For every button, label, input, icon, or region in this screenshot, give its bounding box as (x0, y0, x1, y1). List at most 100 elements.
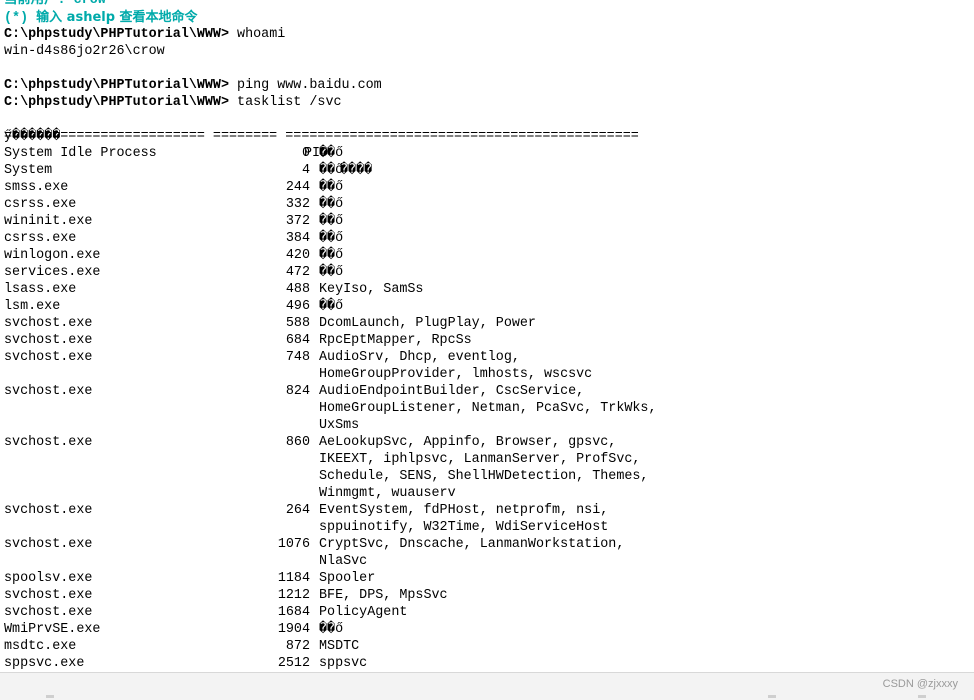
process-row: csrss.exe 384 ��ő (4, 230, 964, 247)
process-name: svchost.exe (4, 316, 93, 331)
tasklist-separator: ========================= ======== =====… (4, 129, 639, 144)
process-name: System Idle Process (4, 146, 157, 161)
process-name: System (4, 163, 53, 178)
process-row: svchost.exe 588 DcomLaunch, PlugPlay, Powe… (4, 315, 964, 332)
process-name: services.exe (4, 265, 101, 280)
command: tasklist /svc (237, 95, 342, 110)
process-row: svchost.exe 748 AudioSrv, Dhcp, eventlog, (4, 349, 964, 366)
scroll-marker (918, 695, 926, 698)
process-pid: 384 (285, 231, 310, 246)
process-name: svchost.exe (4, 435, 93, 450)
process-row-continuation: Schedule, SENS, ShellHWDetection, Themes… (4, 468, 964, 485)
process-pid: 264 (285, 503, 310, 518)
process-row-continuation: HomeGroupListener, Netman, PcaSvc, TrkWk… (4, 400, 964, 417)
process-row: msdtc.exe 872 MSDTC (4, 638, 964, 655)
process-pid: 496 (285, 299, 310, 314)
process-pid: 488 (285, 282, 310, 297)
process-services: Winmgmt, wuauserv (319, 486, 456, 501)
status-bar: CSDN @zjxxxy (0, 672, 974, 700)
process-services: ��ő (319, 146, 344, 161)
process-services: RpcEptMapper, RpcSs (319, 333, 472, 348)
process-services: CryptSvc, Dnscache, LanmanWorkstation, (319, 537, 625, 552)
process-pid: 872 (285, 639, 310, 654)
process-row: svchost.exe 860 AeLookupSvc, Appinfo, Brow… (4, 434, 964, 451)
command-line-whoami: C:\phpstudy\PHPTutorial\WWW> whoami (4, 26, 285, 43)
process-pid: 860 (285, 435, 310, 450)
command: whoami (237, 27, 286, 42)
process-row: svchost.exe 1684 PolicyAgent (4, 604, 964, 621)
process-services: BFE, DPS, MpsSvc (319, 588, 448, 603)
process-pid: 824 (285, 384, 310, 399)
terminal-output[interactable]: 当前用户: crow (*) 输入 ashelp 查看本地命令 C:\phpst… (0, 0, 974, 672)
process-name: lsm.exe (4, 299, 61, 314)
process-pid: 0 (301, 146, 310, 161)
process-row: WmiPrvSE.exe 1904 ��ő (4, 621, 964, 638)
process-row: lsm.exe 496 ��ő (4, 298, 964, 315)
process-row-continuation: NlaSvc (4, 553, 964, 570)
process-pid: 1076 (277, 537, 310, 552)
process-row: svchost.exe 824 AudioEndpointBuilder, CscS… (4, 383, 964, 400)
process-row: System Idle Process 0 ��ő (4, 145, 964, 162)
process-services: KeyIso, SamSs (319, 282, 424, 297)
process-name: svchost.exe (4, 588, 93, 603)
process-row: System 4 ��ő (4, 162, 964, 179)
command: ping www.baidu.com (237, 78, 382, 93)
process-row: spoolsv.exe 1184 Spooler (4, 570, 964, 587)
process-row: services.exe 472 ��ő (4, 264, 964, 281)
process-pid: 1212 (277, 588, 310, 603)
process-services: NlaSvc (319, 554, 368, 569)
process-name: WmiPrvSE.exe (4, 622, 101, 637)
prompt: C:\phpstudy\PHPTutorial\WWW> (4, 27, 229, 42)
process-services: sppuinotify, W32Time, WdiServiceHost (319, 520, 609, 535)
process-row: csrss.exe 332 ��ő (4, 196, 964, 213)
process-name: wininit.exe (4, 214, 93, 229)
process-row-continuation: HomeGroupProvider, lmhosts, wscsvc (4, 366, 964, 383)
process-pid: 1684 (277, 605, 310, 620)
process-services: AudioSrv, Dhcp, eventlog, (319, 350, 520, 365)
process-name: svchost.exe (4, 537, 93, 552)
process-name: lsass.exe (4, 282, 77, 297)
process-pid: 684 (285, 333, 310, 348)
process-row-continuation: UxSms (4, 417, 964, 434)
process-row-continuation: sppuinotify, W32Time, WdiServiceHost (4, 519, 964, 536)
process-name: svchost.exe (4, 350, 93, 365)
process-name: spoolsv.exe (4, 571, 93, 586)
process-pid: 332 (285, 197, 310, 212)
process-services: HomeGroupListener, Netman, PcaSvc, TrkWk… (319, 401, 657, 416)
process-row: lsass.exe 488 KeyIso, SamSs (4, 281, 964, 298)
process-name: svchost.exe (4, 333, 93, 348)
process-services: EventSystem, fdPHost, netprofm, nsi, (319, 503, 609, 518)
process-row: svchost.exe 264 EventSystem, fdPHost, netp… (4, 502, 964, 519)
process-pid: 2512 (277, 656, 310, 671)
process-services: Schedule, SENS, ShellHWDetection, Themes… (319, 469, 649, 484)
command-output: win-d4s86jo2r26\crow (4, 44, 165, 59)
process-services: ��ő (319, 265, 344, 280)
process-services: AudioEndpointBuilder, CscService, (319, 384, 585, 399)
process-pid: 420 (285, 248, 310, 263)
process-services: PolicyAgent (319, 605, 408, 620)
process-name: svchost.exe (4, 384, 93, 399)
process-pid: 1184 (277, 571, 310, 586)
process-name: msdtc.exe (4, 639, 77, 654)
process-services: UxSms (319, 418, 360, 433)
process-pid: 372 (285, 214, 310, 229)
process-name: sppsvc.exe (4, 656, 85, 671)
process-services: ��ő (319, 163, 344, 178)
process-services: sppsvc (319, 656, 368, 671)
prompt: C:\phpstudy\PHPTutorial\WWW> (4, 95, 229, 110)
process-pid: 588 (285, 316, 310, 331)
process-services: MSDTC (319, 639, 360, 654)
process-services: ��ő (319, 299, 344, 314)
process-name: csrss.exe (4, 197, 77, 212)
process-pid: 1904 (277, 622, 310, 637)
process-row: svchost.exe 684 RpcEptMapper, RpcSs (4, 332, 964, 349)
process-services: ��ő (319, 214, 344, 229)
process-row: svchost.exe 1076 CryptSvc, Dnscache, Lanma… (4, 536, 964, 553)
process-name: csrss.exe (4, 231, 77, 246)
current-user-line: 当前用户: crow (4, 0, 106, 8)
process-row: winlogon.exe 420 ��ő (4, 247, 964, 264)
command-line-ping: C:\phpstudy\PHPTutorial\WWW> ping www.ba… (4, 77, 382, 94)
scroll-marker (46, 695, 54, 698)
prompt: C:\phpstudy\PHPTutorial\WWW> (4, 78, 229, 93)
process-row: sppsvc.exe 2512 sppsvc (4, 655, 964, 672)
